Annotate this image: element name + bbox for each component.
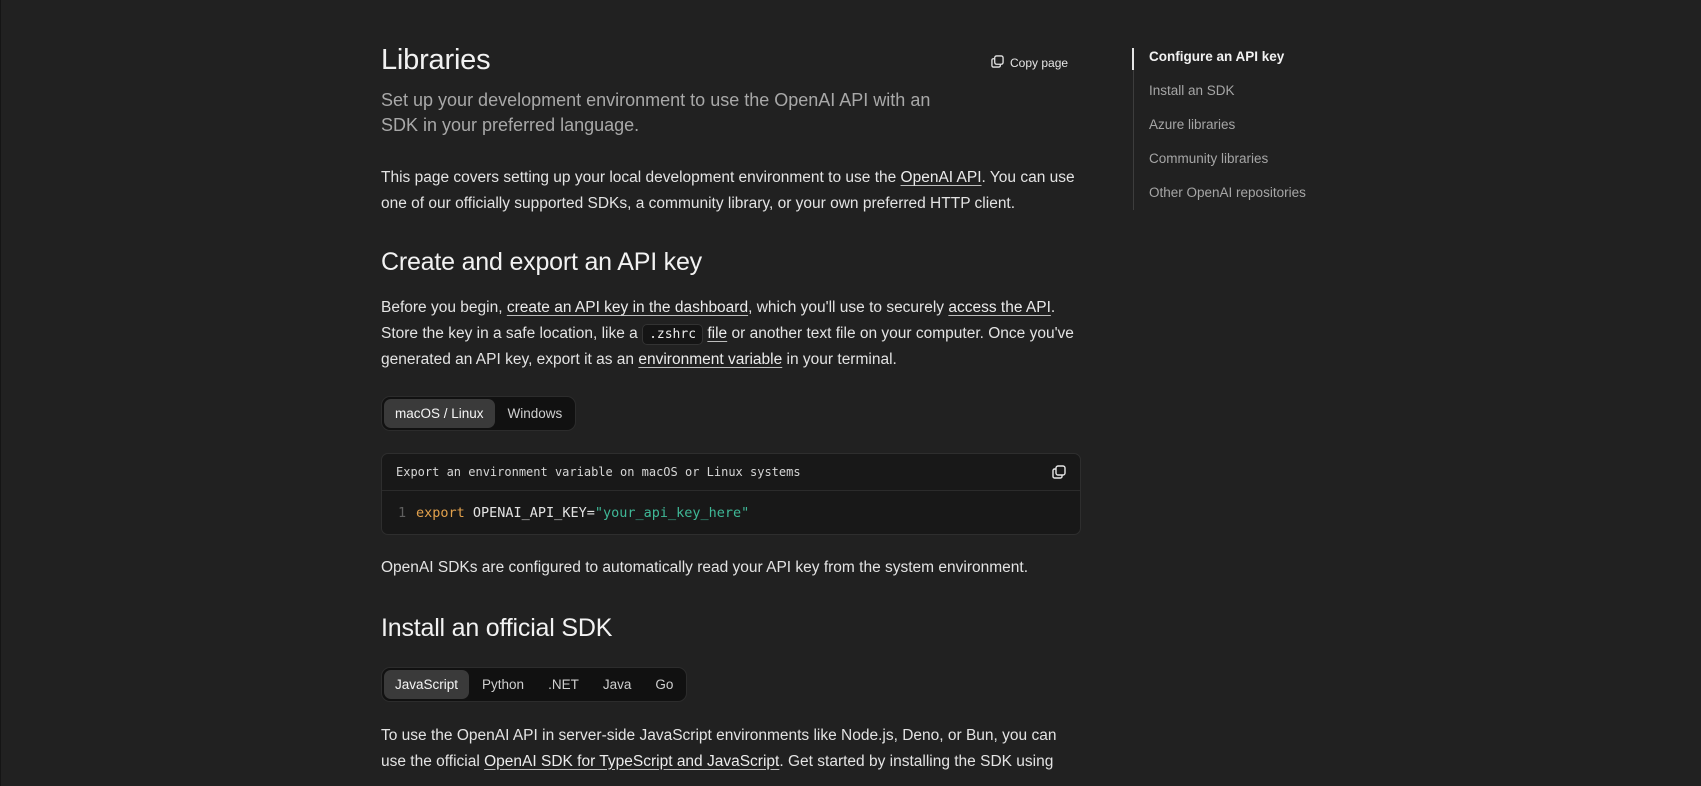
toc-item-other-repositories[interactable]: Other OpenAI repositories [1134, 184, 1306, 218]
code-line: 1 export OPENAI_API_KEY= "your_api_key_he… [382, 491, 1080, 534]
file-link[interactable]: file [707, 325, 727, 342]
tab-python[interactable]: Python [471, 670, 535, 699]
tab-windows[interactable]: Windows [497, 399, 574, 428]
toc-item-install-sdk[interactable]: Install an SDK [1134, 82, 1306, 116]
section-heading-api-key: Create and export an API key [381, 248, 702, 276]
code-block-header: Export an environment variable on macOS … [382, 454, 1080, 491]
toc-item-community-libraries[interactable]: Community libraries [1134, 150, 1306, 184]
code-keyword: export [416, 504, 465, 521]
zshrc-code: .zshrc [642, 323, 704, 345]
page-title: Libraries [381, 44, 491, 76]
table-of-contents: Configure an API key Install an SDK Azur… [1132, 48, 1306, 210]
toc-item-configure-api-key[interactable]: Configure an API key [1132, 48, 1306, 82]
main-content: Libraries Copy page Set up your developm… [381, 40, 1081, 770]
api-key-text-2: , which you'll use to securely [748, 299, 949, 316]
openai-api-link[interactable]: OpenAI API [901, 169, 982, 186]
tab-dotnet[interactable]: .NET [537, 670, 590, 699]
api-key-text-5: in your terminal. [782, 351, 897, 368]
copy-icon [991, 55, 1004, 71]
environment-variable-link[interactable]: environment variable [638, 351, 782, 368]
sdk-text-2: . Get started by installing the SDK usin… [779, 752, 1054, 770]
sdk-paragraph: To use the OpenAI API in server-side Jav… [381, 723, 1081, 774]
code-variable: OPENAI_API_KEY= [464, 504, 595, 521]
tab-go[interactable]: Go [644, 670, 684, 699]
copy-icon [1052, 465, 1066, 479]
line-number: 1 [398, 504, 407, 521]
create-api-key-link[interactable]: create an API key in the dashboard [507, 299, 748, 316]
copy-page-button[interactable]: Copy page [991, 55, 1068, 71]
openai-sdk-link[interactable]: OpenAI SDK for TypeScript and JavaScript [484, 753, 779, 770]
access-api-link[interactable]: access the API [948, 299, 1051, 316]
os-tabs: macOS / Linux Windows [381, 396, 577, 431]
api-key-text-1: Before you begin, [381, 299, 507, 316]
copy-code-button[interactable] [1052, 465, 1066, 479]
window-edge [0, 0, 1, 786]
code-block-caption: Export an environment variable on macOS … [396, 465, 801, 479]
intro-paragraph: This page covers setting up your local d… [381, 165, 1081, 216]
code-block: Export an environment variable on macOS … [381, 453, 1081, 535]
title-row: Libraries Copy page [381, 40, 1081, 80]
sdk-env-paragraph: OpenAI SDKs are configured to automatica… [381, 559, 1028, 576]
copy-page-label: Copy page [1010, 56, 1069, 70]
language-tabs: JavaScript Python .NET Java Go [381, 667, 688, 702]
intro-text-1: This page covers setting up your local d… [381, 169, 901, 186]
tab-macos-linux[interactable]: macOS / Linux [384, 399, 495, 428]
api-key-paragraph: Before you begin, create an API key in t… [381, 295, 1081, 373]
code-string: "your_api_key_here" [594, 504, 750, 521]
section-heading-sdk: Install an official SDK [381, 614, 613, 642]
tab-java[interactable]: Java [592, 670, 643, 699]
page-subtitle: Set up your development environment to u… [381, 90, 931, 135]
tab-javascript[interactable]: JavaScript [384, 670, 470, 699]
toc-item-azure-libraries[interactable]: Azure libraries [1134, 116, 1306, 150]
